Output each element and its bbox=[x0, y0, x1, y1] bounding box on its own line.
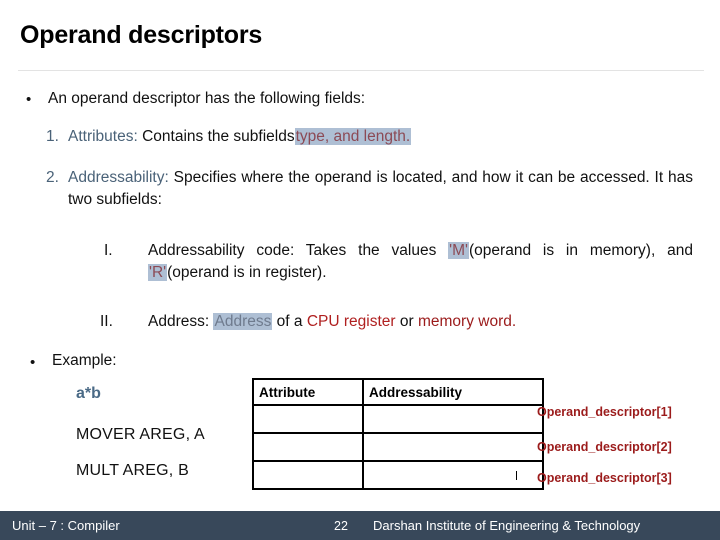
sub-item-1-seg3: (operand is in register). bbox=[167, 264, 327, 281]
code-line-1: MOVER AREG, A bbox=[76, 426, 205, 443]
sub-item-2-seg1: Address: bbox=[148, 313, 210, 330]
operand-descriptor-label-3: Operand_descriptor[3] bbox=[537, 471, 672, 485]
list-item-addressability-keyword: Addressability: bbox=[68, 169, 169, 186]
sub-list-number-1: I. bbox=[104, 242, 113, 259]
table-row bbox=[252, 432, 544, 462]
list-item-attributes-highlight: type, and length. bbox=[294, 128, 412, 145]
list-item-attributes-keyword: Attributes: bbox=[68, 128, 138, 145]
sub-item-2-seg3: or bbox=[399, 313, 414, 330]
intro-text: An operand descriptor has the following … bbox=[48, 90, 366, 107]
operand-descriptor-label-1: Operand_descriptor[1] bbox=[537, 405, 672, 419]
table-row bbox=[252, 404, 544, 434]
table-header-addressability: Addressability bbox=[362, 378, 544, 406]
code-line-2: MULT AREG, B bbox=[76, 462, 189, 479]
footer-institute-label: Darshan Institute of Engineering & Techn… bbox=[373, 518, 641, 533]
list-item-attributes: Attributes: Contains the subfieldstype, … bbox=[68, 126, 698, 148]
sub-item-1-highlight-r: 'R' bbox=[148, 264, 168, 281]
example-label: Example: bbox=[52, 352, 117, 369]
operand-descriptor-table: Attribute Addressability bbox=[252, 378, 544, 490]
sub-list-item-address: Address: Address of a CPU register or me… bbox=[148, 311, 698, 333]
table-cell-attribute-2 bbox=[252, 432, 364, 462]
list-item-attributes-text: Contains the subfields bbox=[142, 128, 295, 145]
footer-page-number: 22 bbox=[334, 519, 348, 533]
sub-item-1-seg1: Addressability code: Takes the values bbox=[148, 242, 437, 259]
sub-item-2-red-cpu-register: CPU register bbox=[306, 313, 396, 330]
list-number-2: 2. bbox=[46, 169, 59, 186]
page-title: Operand descriptors bbox=[20, 21, 263, 49]
bullet-marker-intro: • bbox=[26, 91, 32, 108]
sub-list-item-addressability-code: Addressability code: Takes the values 'M… bbox=[148, 240, 693, 284]
table-cell-attribute-3 bbox=[252, 460, 364, 490]
table-row bbox=[252, 460, 544, 490]
cursor-tick-icon bbox=[516, 470, 517, 480]
example-expression: a*b bbox=[76, 385, 101, 402]
title-divider bbox=[18, 70, 704, 71]
list-item-addressability: Addressability: Specifies where the oper… bbox=[68, 167, 693, 211]
footer-unit-label: Unit – 7 : Compiler bbox=[12, 518, 120, 533]
bullet-marker-example: • bbox=[30, 354, 36, 371]
table-cell-addressability-2 bbox=[362, 432, 544, 462]
sub-item-1-highlight-m: 'M' bbox=[448, 242, 470, 259]
table-cell-attribute-1 bbox=[252, 404, 364, 434]
table-cell-addressability-1 bbox=[362, 404, 544, 434]
table-header-attribute: Attribute bbox=[252, 378, 364, 406]
table-cell-addressability-3 bbox=[362, 460, 544, 490]
sub-item-1-seg2: (operand is in memory), and bbox=[469, 242, 693, 259]
table-header-row: Attribute Addressability bbox=[252, 378, 544, 406]
list-number-1: 1. bbox=[46, 128, 59, 145]
operand-descriptor-label-2: Operand_descriptor[2] bbox=[537, 440, 672, 454]
sub-list-number-2: II. bbox=[100, 313, 113, 330]
sub-item-2-red-memory-word: memory word. bbox=[417, 313, 517, 330]
sub-item-2-seg2: of a bbox=[276, 313, 303, 330]
sub-item-2-highlight-address: Address bbox=[213, 313, 273, 330]
